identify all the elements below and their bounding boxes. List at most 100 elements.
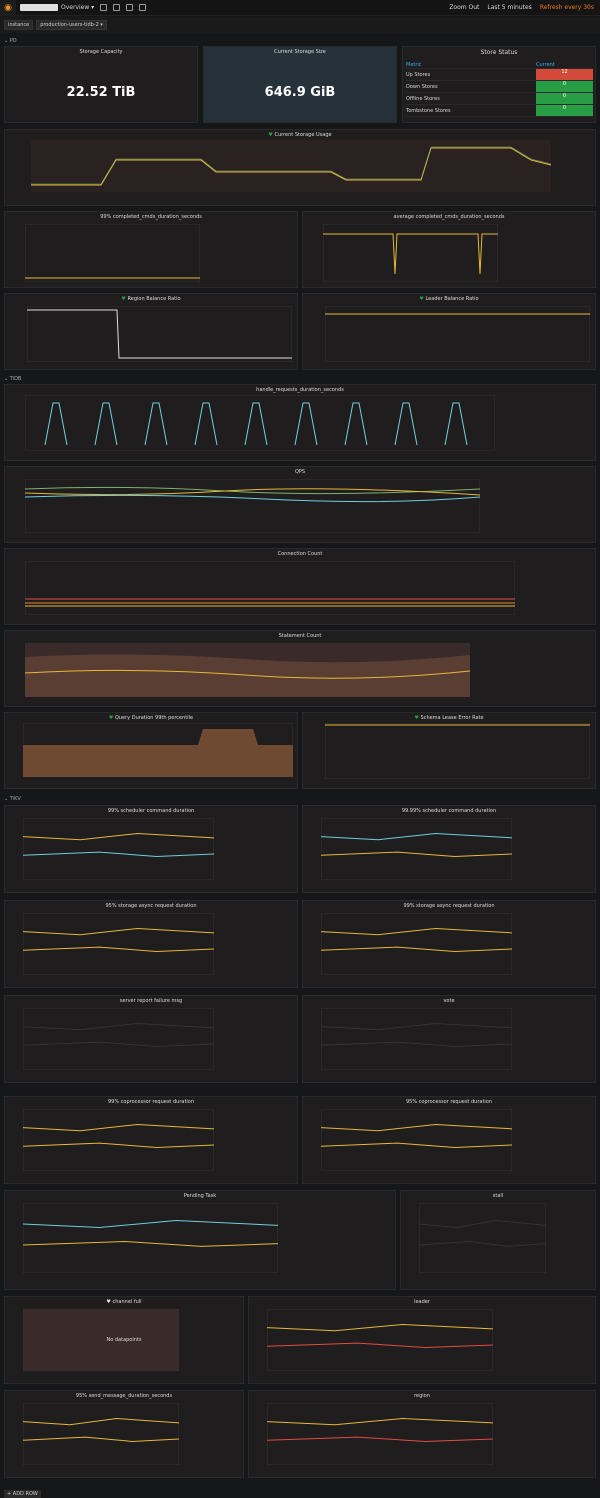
leader-panel: leader <box>248 1296 596 1384</box>
schema-lease-chart <box>325 723 590 779</box>
srf-chart <box>23 1008 214 1070</box>
stat-value: 22.52 TiB <box>66 85 136 100</box>
col-current[interactable]: Current <box>536 62 555 68</box>
redacted-dashboard-name <box>20 4 58 11</box>
row-tikv[interactable]: ⌄ TiKV <box>0 796 600 804</box>
panel-title: Pending Task <box>183 1193 217 1199</box>
cop99-panel: 99% coprocessor request duration <box>4 1096 298 1184</box>
panel-title: ♥ Region Balance Ratio <box>121 296 181 302</box>
store-table: Metric Current Up Stores 12 Down Stores 0 Off… <box>406 61 593 117</box>
statement-chart <box>25 643 470 697</box>
dur99-chart <box>25 224 200 282</box>
sched9999-panel: 99.99% scheduler command duration <box>302 805 596 893</box>
avg-panel: average completed_cmds_duration_seconds <box>302 211 596 288</box>
grafana-logo-icon[interactable]: ◉ <box>0 0 16 16</box>
send-panel: 95% send_message_duration_seconds <box>4 1390 244 1478</box>
cop95-panel: 95% coprocessor request duration <box>302 1096 596 1184</box>
panel-title: average completed_cmds_duration_seconds <box>393 214 505 220</box>
panel-title: ♥ Leader Balance Ratio <box>419 296 479 302</box>
dashboard-title[interactable]: Overview ▾ <box>61 4 94 11</box>
top-nav: ◉ Overview ▾ Zoom Out Last 5 minutes Ref… <box>0 0 600 16</box>
pending-panel: Pending Task <box>4 1190 396 1290</box>
qps-panel: QPS <box>4 466 596 543</box>
store-row: Tombstone Stores 0 <box>406 105 593 117</box>
panel-title: 99% scheduler command duration <box>107 808 195 814</box>
panel-title: Connection Count <box>277 551 323 557</box>
store-value: 0 <box>536 105 593 116</box>
share-icon[interactable] <box>113 4 121 11</box>
leader-chart <box>267 1309 493 1371</box>
storage-usage-chart <box>31 140 551 192</box>
vote-chart <box>321 1008 512 1070</box>
store-row: Up Stores 12 <box>406 69 593 81</box>
panel-title: leader <box>414 1299 430 1305</box>
panel-title: 95% coprocessor request duration <box>405 1099 493 1105</box>
send-chart <box>23 1403 179 1465</box>
sched9999-chart <box>321 818 512 880</box>
store-value: 12 <box>536 69 593 80</box>
region-balance-panel: ♥ Region Balance Ratio <box>4 293 298 370</box>
stat-value: 646.9 GiB <box>264 85 336 100</box>
storage-usage-panel: ♥ Current Storage Usage <box>4 129 596 206</box>
add-row-button[interactable]: + ADD ROW <box>4 1490 41 1498</box>
star-icon[interactable] <box>100 4 108 11</box>
panel-title: server report failure msg <box>119 998 183 1004</box>
col-metric[interactable]: Metric <box>406 62 536 68</box>
time-range-picker[interactable]: Last 5 minutes <box>487 4 531 11</box>
statement-count-panel: Statement Count <box>4 630 596 707</box>
connection-count-panel: Connection Count <box>4 548 596 625</box>
store-metric: Offline Stores <box>406 95 440 102</box>
panel-title: 99% storage async request duration <box>403 903 495 909</box>
async999-panel: 99% storage async request duration <box>302 900 596 988</box>
panel-title: Storage Capacity <box>79 49 123 55</box>
panel-title: handle_requests_duration_seconds <box>256 387 344 393</box>
store-metric: Down Stores <box>406 83 438 90</box>
row-tidb[interactable]: ⌄ TiDB <box>0 376 600 384</box>
store-row: Offline Stores 0 <box>406 93 593 105</box>
cop99-chart <box>23 1109 214 1171</box>
dur99-panel: 99% completed_cmds_duration_seconds <box>4 211 298 288</box>
store-metric: Up Stores <box>406 71 431 78</box>
panel-title: Statement Count <box>278 633 322 639</box>
query-duration-chart <box>23 723 293 777</box>
panel-title: 95% storage async request duration <box>105 903 197 909</box>
srf-panel: server report failure msg <box>4 995 298 1083</box>
panel-title: ♥ Schema Lease Error Rate <box>414 715 484 721</box>
pending-chart <box>23 1203 278 1273</box>
schema-lease-panel: ♥ Schema Lease Error Rate <box>302 712 596 789</box>
region-chart <box>267 1403 493 1465</box>
async99-chart <box>23 913 214 975</box>
panel-title: region <box>414 1393 430 1399</box>
row-title: TiKV <box>9 796 21 802</box>
region-balance-chart <box>27 306 292 362</box>
gear-icon[interactable] <box>139 4 147 11</box>
async99-panel: 95% storage async request duration <box>4 900 298 988</box>
row-title: TiDB <box>9 376 22 382</box>
panel-title: stall <box>492 1193 504 1199</box>
panel-title: Store Status <box>480 49 518 56</box>
qps-chart <box>25 479 480 533</box>
dashboard-picker[interactable]: Overview ▾ <box>20 4 94 11</box>
row-pd[interactable]: ⌄ PD <box>0 38 600 46</box>
stall-chart <box>419 1203 546 1273</box>
panel-title: vote <box>443 998 455 1004</box>
instance-select[interactable]: production-users-tidb-2 ▾ <box>36 20 107 30</box>
store-row: Down Stores 0 <box>406 81 593 93</box>
stall-panel: stall <box>400 1190 596 1290</box>
leader-balance-panel: ♥ Leader Balance Ratio <box>302 293 596 370</box>
row-title: PD <box>9 38 17 44</box>
save-icon[interactable] <box>126 4 134 11</box>
panel-title: 95% send_message_duration_seconds <box>75 1393 173 1399</box>
panel-title: ♥ Current Storage Usage <box>268 132 332 138</box>
store-value: 0 <box>536 93 593 104</box>
query-duration-panel: ♥ Query Duration 99th percentile <box>4 712 298 789</box>
storage-capacity-panel: Storage Capacity 22.52 TiB <box>4 46 198 123</box>
vote-panel: vote <box>302 995 596 1083</box>
zoom-out-button[interactable]: Zoom Out <box>449 4 479 11</box>
avg-chart <box>323 224 498 282</box>
cop95-chart <box>321 1109 512 1171</box>
panel-title: 99% completed_cmds_duration_seconds <box>100 214 202 220</box>
template-vars: instance production-users-tidb-2 ▾ <box>0 17 600 33</box>
panel-title: 99.99% scheduler command duration <box>401 808 497 814</box>
refresh-picker[interactable]: Refresh every 30s <box>540 4 594 11</box>
